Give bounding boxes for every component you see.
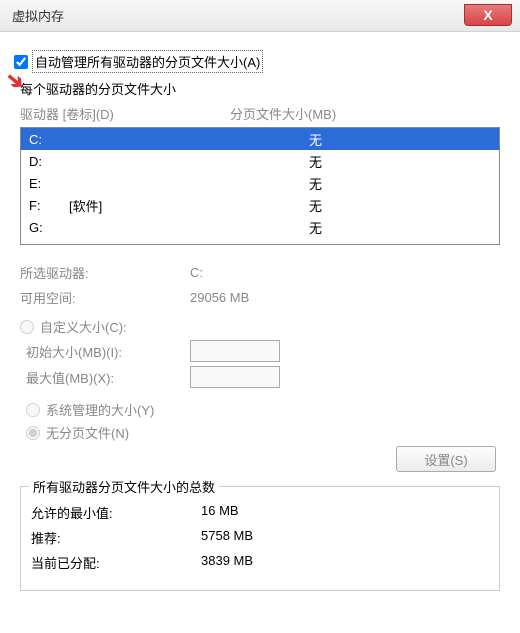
close-button[interactable]: X <box>464 4 512 26</box>
drive-row-g[interactable]: G: 无 <box>21 216 499 238</box>
min-allowed-value: 16 MB <box>201 503 239 522</box>
drive-letter: F: <box>29 198 69 213</box>
drive-paging: 无 <box>309 196 491 215</box>
virtual-memory-dialog: 虚拟内存 X ➔ 自动管理所有驱动器的分页文件大小(A) 每个驱动器的分页文件大… <box>0 0 520 633</box>
drive-paging: 无 <box>309 218 491 237</box>
selected-drive-value: C: <box>190 265 203 280</box>
close-icon: X <box>483 7 492 23</box>
drive-paging: 无 <box>309 174 491 193</box>
selected-drive-label: 所选驱动器: <box>20 263 190 282</box>
drive-row-d[interactable]: D: 无 <box>21 150 499 172</box>
drive-row-f[interactable]: F: [软件] 无 <box>21 194 499 216</box>
auto-manage-label: 自动管理所有驱动器的分页文件大小(A) <box>32 50 263 73</box>
max-size-label: 最大值(MB)(X): <box>26 368 190 387</box>
drive-paging: 无 <box>309 152 491 171</box>
no-paging-radio[interactable] <box>26 426 40 440</box>
summary-group-title: 所有驱动器分页文件大小的总数 <box>29 477 219 496</box>
initial-size-input[interactable] <box>190 340 280 362</box>
min-allowed-label: 允许的最小值: <box>31 503 201 522</box>
recommended-value: 5758 MB <box>201 528 253 547</box>
dialog-content: ➔ 自动管理所有驱动器的分页文件大小(A) 每个驱动器的分页文件大小 驱动器 [… <box>0 32 520 601</box>
drive-paging: 无 <box>309 130 491 149</box>
per-drive-title: 每个驱动器的分页文件大小 <box>20 79 506 98</box>
drive-list-header: 驱动器 [卷标](D) 分页文件大小(MB) <box>14 102 506 125</box>
selected-drive-info: 所选驱动器: C: 可用空间: 29056 MB <box>20 263 500 307</box>
custom-size-radio-row: 自定义大小(C): <box>20 317 506 336</box>
drive-letter: E: <box>29 176 69 191</box>
drive-listbox[interactable]: C: 无 D: 无 E: 无 F: [软件] 无 G: <box>20 127 500 245</box>
window-title: 虚拟内存 <box>12 6 64 25</box>
titlebar: 虚拟内存 X <box>0 0 520 32</box>
system-managed-radio[interactable] <box>26 403 40 417</box>
system-managed-label: 系统管理的大小(Y) <box>46 400 154 419</box>
available-space-value: 29056 MB <box>190 290 249 305</box>
initial-size-label: 初始大小(MB)(I): <box>26 342 190 361</box>
header-drive-column: 驱动器 [卷标](D) <box>20 104 230 123</box>
drive-letter: G: <box>29 220 69 235</box>
current-alloc-label: 当前已分配: <box>31 553 201 572</box>
summary-group: 所有驱动器分页文件大小的总数 允许的最小值: 16 MB 推荐: 5758 MB… <box>20 486 500 591</box>
header-paging-column: 分页文件大小(MB) <box>230 104 500 123</box>
no-paging-label: 无分页文件(N) <box>46 423 129 442</box>
max-size-input[interactable] <box>190 366 280 388</box>
available-space-label: 可用空间: <box>20 288 190 307</box>
custom-size-label: 自定义大小(C): <box>40 317 127 336</box>
drive-letter: C: <box>29 132 69 147</box>
current-alloc-value: 3839 MB <box>201 553 253 572</box>
drive-label: [软件] <box>69 196 309 215</box>
drive-row-c[interactable]: C: 无 <box>21 128 499 150</box>
drive-row-e[interactable]: E: 无 <box>21 172 499 194</box>
drive-letter: D: <box>29 154 69 169</box>
recommended-label: 推荐: <box>31 528 201 547</box>
custom-size-radio[interactable] <box>20 320 34 334</box>
set-button[interactable]: 设置(S) <box>396 446 496 472</box>
